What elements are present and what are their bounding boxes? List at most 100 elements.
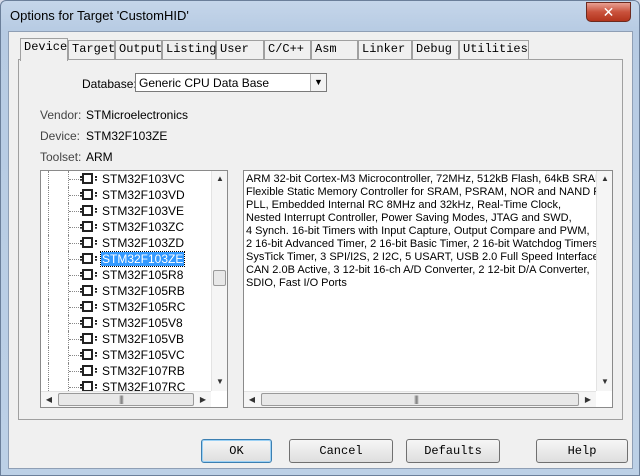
help-button[interactable]: Help	[536, 439, 628, 463]
title-bar[interactable]: Options for Target 'CustomHID' ✕	[1, 1, 639, 31]
tree-guide-line	[48, 299, 49, 315]
chip-icon	[80, 285, 97, 296]
tree-guide-line	[48, 315, 49, 331]
tab-output[interactable]: Output	[115, 40, 162, 59]
grip-icon: |||	[414, 394, 419, 404]
tree-item[interactable]: STM32F103VD	[41, 187, 211, 203]
chip-icon	[80, 381, 97, 391]
tree-guide-line	[48, 347, 49, 363]
tree-guide-line	[48, 283, 49, 299]
tree-item-label: STM32F105VB	[102, 332, 185, 346]
chip-icon	[80, 301, 97, 312]
scroll-right-icon[interactable]: ▶	[195, 392, 211, 407]
tree-guide-line	[48, 331, 49, 347]
vendor-label: Vendor:	[40, 108, 82, 122]
tree-item[interactable]: STM32F103VC	[41, 171, 211, 187]
tree-guide-line	[48, 379, 49, 391]
chip-icon	[80, 221, 97, 232]
chevron-down-icon[interactable]: ▼	[310, 74, 326, 91]
tab-asm[interactable]: Asm	[311, 40, 358, 59]
tree-item[interactable]: STM32F107RB	[41, 363, 211, 379]
tree-guide-line	[48, 203, 49, 219]
tree-item[interactable]: STM32F105RC	[41, 299, 211, 315]
tree-guide-line	[48, 251, 49, 267]
toolset-value: ARM	[86, 150, 113, 164]
close-icon: ✕	[602, 4, 615, 20]
chip-icon	[80, 205, 97, 216]
tree-guide-line	[48, 363, 49, 379]
tree-item-label: STM32F105RB	[102, 284, 185, 298]
tree-horizontal-scrollbar[interactable]: ◀ ||| ▶	[41, 391, 211, 407]
tree-guide-line	[48, 267, 49, 283]
tree-item[interactable]: STM32F105V8	[41, 315, 211, 331]
defaults-button[interactable]: Defaults	[406, 439, 500, 463]
scroll-down-icon[interactable]: ▼	[597, 374, 612, 390]
device-value: STM32F103ZE	[86, 129, 168, 143]
description-line: CAN 2.0B Active, 3 12-bit 16-ch A/D Conv…	[246, 264, 590, 276]
scroll-up-icon[interactable]: ▲	[212, 171, 227, 187]
tree-item[interactable]: STM32F105VB	[41, 331, 211, 347]
tree-item-label: STM32F103ZC	[102, 220, 185, 234]
tree-item[interactable]: STM32F105RB	[41, 283, 211, 299]
description-line: 4 Synch. 16-bit Timers with Input Captur…	[246, 225, 590, 237]
device-description: ARM 32-bit Cortex-M3 Microcontroller, 72…	[243, 170, 613, 408]
database-label: Database:	[82, 77, 137, 91]
device-tab-panel: Database: Generic CPU Data Base ▼ Vendor…	[18, 59, 623, 420]
tree-vertical-scrollbar[interactable]: ▲ ▼	[211, 171, 227, 391]
toolset-label: Toolset:	[40, 150, 82, 164]
tree-item-label: STM32F105RC	[102, 300, 186, 314]
tree-hscroll-thumb[interactable]: |||	[58, 393, 194, 406]
database-select[interactable]: Generic CPU Data Base ▼	[135, 73, 327, 92]
tab-target[interactable]: Target	[68, 40, 115, 59]
tab-label: Debug	[416, 42, 453, 56]
scroll-right-icon[interactable]: ▶	[580, 392, 596, 407]
tab-label: Output	[119, 42, 163, 56]
tab-listing[interactable]: Listing	[162, 40, 216, 59]
device-tree[interactable]: STM32F103VC STM32F103VD STM32F103VE STM32F1…	[40, 170, 228, 408]
description-line: SysTick Timer, 3 SPI/I2S, 2 I2C, 5 USART…	[246, 251, 602, 263]
tab-utilities[interactable]: Utilities	[459, 40, 529, 59]
tree-item-label: STM32F107RB	[102, 364, 185, 378]
tab-debug[interactable]: Debug	[412, 40, 459, 59]
device-tree-rows: STM32F103VC STM32F103VD STM32F103VE STM32F1…	[41, 171, 211, 391]
tree-item[interactable]: STM32F103ZC	[41, 219, 211, 235]
tree-item[interactable]: STM32F105R8	[41, 267, 211, 283]
tab-label: User	[220, 42, 249, 56]
tree-item[interactable]: STM32F107RC	[41, 379, 211, 391]
tree-item[interactable]: STM32F103VE	[41, 203, 211, 219]
scroll-left-icon[interactable]: ◀	[244, 392, 260, 407]
cancel-button[interactable]: Cancel	[289, 439, 393, 463]
scroll-left-icon[interactable]: ◀	[41, 392, 57, 407]
close-button[interactable]: ✕	[586, 2, 631, 22]
tab-label: Listing	[166, 42, 217, 56]
scroll-up-icon[interactable]: ▲	[597, 171, 612, 187]
tab-linker[interactable]: Linker	[358, 40, 412, 59]
tab-label: C/C++	[268, 42, 305, 56]
description-vertical-scrollbar[interactable]: ▲ ▼	[596, 171, 612, 391]
tree-item[interactable]: STM32F103ZE	[41, 251, 211, 267]
grip-icon: |||	[119, 394, 124, 404]
tab-label: Device	[24, 40, 68, 54]
tree-guide-line	[48, 219, 49, 235]
tab-device[interactable]: Device	[20, 38, 68, 61]
chip-icon	[80, 237, 97, 248]
chip-icon	[80, 253, 97, 264]
description-line: Flexible Static Memory Controller for SR…	[246, 186, 613, 198]
tree-item-label: STM32F103VD	[102, 188, 185, 202]
tab-c-cpp[interactable]: C/C++	[264, 40, 311, 59]
tab-user[interactable]: User	[216, 40, 264, 59]
tree-item[interactable]: STM32F103ZD	[41, 235, 211, 251]
tab-label: Asm	[315, 42, 337, 56]
chip-icon	[80, 349, 97, 360]
options-dialog: Options for Target 'CustomHID' ✕ Device …	[0, 0, 640, 476]
tree-item[interactable]: STM32F105VC	[41, 347, 211, 363]
tree-guide-line	[68, 379, 69, 391]
description-line: PLL, Embedded Internal RC 8MHz and 32kHz…	[246, 199, 562, 211]
tree-vscroll-thumb[interactable]	[213, 270, 226, 286]
tree-guide-line	[48, 171, 49, 187]
desc-hscroll-thumb[interactable]: |||	[261, 393, 579, 406]
description-horizontal-scrollbar[interactable]: ◀ ||| ▶	[244, 391, 596, 407]
ok-button[interactable]: OK	[201, 439, 272, 463]
database-select-value: Generic CPU Data Base	[139, 76, 270, 90]
scroll-down-icon[interactable]: ▼	[212, 374, 227, 390]
